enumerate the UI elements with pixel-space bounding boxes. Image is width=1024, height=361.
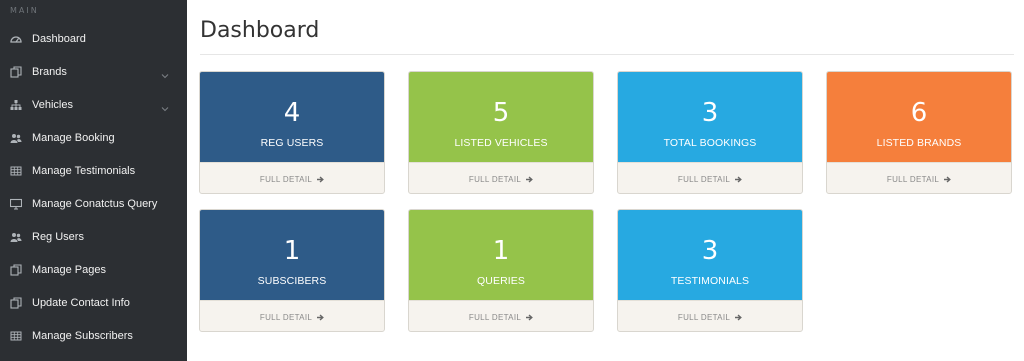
stat-label: TESTIMONIALS [670,275,750,287]
sidebar-item-label: Brands [32,65,67,78]
copy-icon [10,263,22,276]
arrow-right-icon [317,175,324,183]
stat-card-reg-users: 4 REG USERS FULL DETAIL [199,71,385,194]
stat-label: SUBSCIBERS [257,275,327,287]
stat-card-header: 6 LISTED BRANDS [827,72,1011,162]
users-icon [10,132,22,144]
sidebar-item-manage-testimonials[interactable]: Manage Testimonials [0,154,187,187]
sidebar-item-label: Manage Testimonials [32,164,136,177]
stat-card-header: 4 REG USERS [200,72,384,162]
arrow-right-icon [735,175,742,183]
full-detail-label: FULL DETAIL [677,174,731,184]
stat-card-header: 3 TOTAL BOOKINGS [618,72,802,162]
stat-value: 3 [701,236,719,266]
sidebar-item-label: Reg Users [32,230,84,243]
arrow-right-icon [526,175,533,183]
sidebar-item-label: Manage Subscribers [32,329,133,342]
sidebar-item-label: Vehicles [32,98,73,111]
stat-card-header: 3 TESTIMONIALS [618,210,802,300]
sidebar-item-label: Manage Pages [32,263,106,276]
arrow-right-icon [526,313,533,321]
sidebar-item-reg-users[interactable]: Reg Users [0,220,187,253]
stat-label: LISTED VEHICLES [454,137,548,149]
sidebar-item-manage-contact-query[interactable]: Manage Conatctus Query [0,187,187,220]
full-detail-link[interactable]: FULL DETAIL [409,300,593,331]
arrow-right-icon [317,313,324,321]
stat-card-listed-brands: 6 LISTED BRANDS FULL DETAIL [826,71,1012,194]
stat-card-header: 1 QUERIES [409,210,593,300]
stat-card-header: 5 LISTED VEHICLES [409,72,593,162]
chevron-down-icon [161,67,169,79]
arrow-right-icon [735,313,742,321]
title-divider [200,54,1014,55]
stat-card-testimonials: 3 TESTIMONIALS FULL DETAIL [617,209,803,332]
full-detail-label: FULL DETAIL [677,312,731,322]
stat-card-total-bookings: 3 TOTAL BOOKINGS FULL DETAIL [617,71,803,194]
full-detail-label: FULL DETAIL [468,174,522,184]
stat-value: 5 [492,98,510,128]
stat-card-subscribers: 1 SUBSCIBERS FULL DETAIL [199,209,385,332]
sidebar-section-label: MAIN [10,6,39,15]
stat-value: 6 [910,98,928,128]
stat-label: QUERIES [477,275,525,287]
full-detail-link[interactable]: FULL DETAIL [200,300,384,331]
table-icon [10,330,22,342]
dashboard-icon [10,33,22,45]
sidebar-item-manage-booking[interactable]: Manage Booking [0,121,187,154]
full-detail-label: FULL DETAIL [259,174,313,184]
full-detail-link[interactable]: FULL DETAIL [200,162,384,193]
sidebar-item-label: Update Contact Info [32,296,130,309]
stat-value: 1 [492,236,510,266]
sidebar-item-vehicles[interactable]: Vehicles [0,88,187,121]
full-detail-label: FULL DETAIL [259,312,313,322]
full-detail-link[interactable]: FULL DETAIL [618,300,802,331]
copy-icon [10,65,22,78]
stat-card-listed-vehicles: 5 LISTED VEHICLES FULL DETAIL [408,71,594,194]
sidebar-item-label: Dashboard [32,32,86,45]
full-detail-link[interactable]: FULL DETAIL [409,162,593,193]
arrow-right-icon [944,175,951,183]
stat-value: 4 [283,98,301,128]
full-detail-link[interactable]: FULL DETAIL [618,162,802,193]
sidebar-item-dashboard[interactable]: Dashboard [0,22,187,55]
stat-label: REG USERS [260,137,324,149]
users-icon [10,231,22,243]
sidebar-item-brands[interactable]: Brands [0,55,187,88]
copy-icon [10,296,22,309]
table-icon [10,165,22,177]
sidebar-item-label: Manage Booking [32,131,115,144]
full-detail-label: FULL DETAIL [468,312,522,322]
stat-card-queries: 1 QUERIES FULL DETAIL [408,209,594,332]
desktop-icon [10,198,22,210]
stat-label: TOTAL BOOKINGS [663,137,757,149]
stat-value: 1 [283,236,301,266]
stat-card-header: 1 SUBSCIBERS [200,210,384,300]
sidebar-item-manage-subscribers[interactable]: Manage Subscribers [0,319,187,352]
sidebar-item-update-contact-info[interactable]: Update Contact Info [0,286,187,319]
sidebar-item-manage-pages[interactable]: Manage Pages [0,253,187,286]
stat-value: 3 [701,98,719,128]
full-detail-label: FULL DETAIL [886,174,940,184]
stat-label: LISTED BRANDS [876,137,962,149]
sidebar: MAIN Dashboard Brands Vehicles Manage Bo… [0,0,187,361]
sitemap-icon [10,99,22,111]
chevron-down-icon [161,100,169,112]
page-title: Dashboard [200,18,320,43]
full-detail-link[interactable]: FULL DETAIL [827,162,1011,193]
sidebar-item-label: Manage Conatctus Query [32,197,158,210]
